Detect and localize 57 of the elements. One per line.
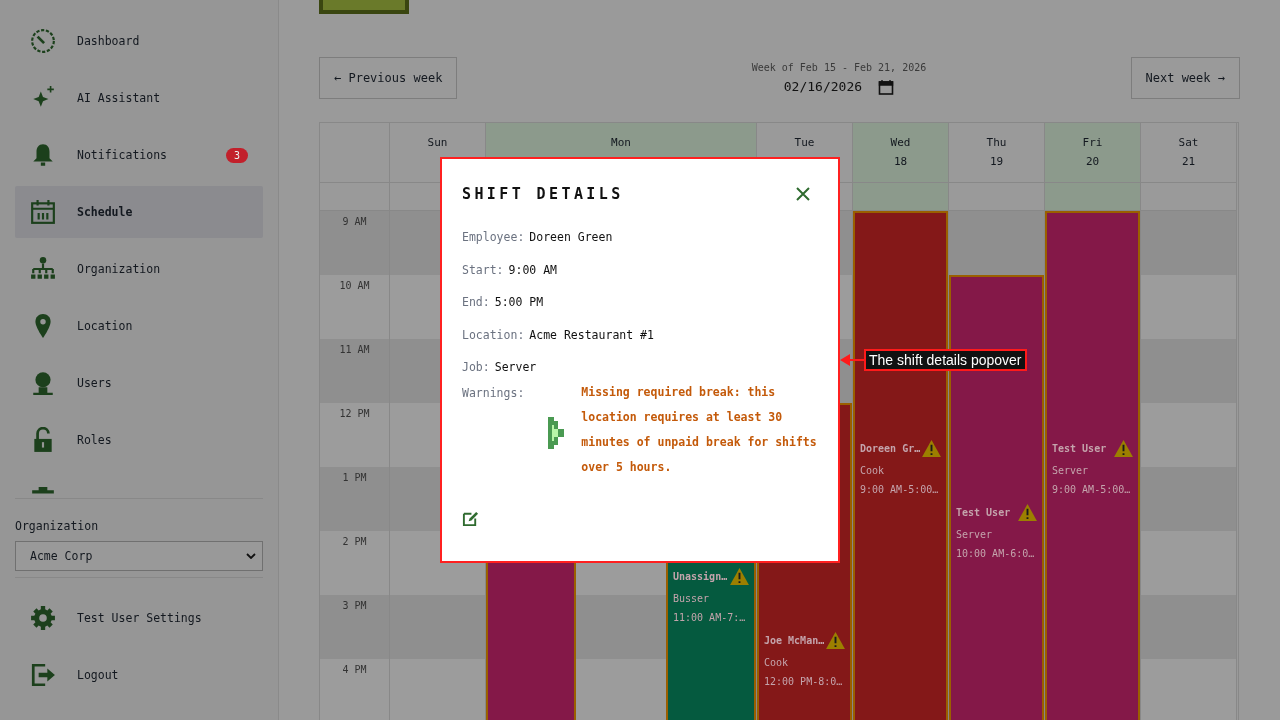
popover-title: SHIFT DETAILS [462,185,624,203]
field-label: Location: [462,327,525,342]
notification-count: 3 [225,147,248,163]
day-name: Sat [1178,136,1199,149]
day-name: Sun [427,136,448,149]
day-name: Fri [1082,136,1103,149]
nav-label: Location [77,319,133,333]
nav-label: Schedule [77,205,133,219]
day-name: Mon [611,136,631,149]
day-number: 21 [1181,155,1196,168]
day-name: Tue [794,136,815,149]
shift-employee: Test User [1052,442,1107,454]
hour-label: 1 PM [320,467,389,531]
field-value: Acme Restaurant #1 [529,327,654,342]
week-caption: Week of Feb 15 - Feb 21, 2026 [751,61,927,73]
warning-text: Missing required break: this location requires at least 30 minutes of unpaid break for shifts over 5 hours. [581,383,818,476]
shift-time: 12:00 PM-8:0… [764,675,844,687]
nav-label: Notifications [77,148,167,162]
field-label: Warnings: [462,385,525,402]
field-label: Job: [462,360,490,375]
nav-label: Logout [77,668,119,682]
day-number: 20 [1085,155,1100,168]
annotation-label: The shift details popover [864,349,1027,371]
field-label: Start: [462,262,504,277]
nav-label: Organization [77,262,161,276]
shift-job: Busser [673,592,711,604]
day-name: Thu [986,136,1007,149]
hour-label: 9 AM [320,211,389,275]
shift-job: Server [1052,464,1090,476]
shift-employee: Joe McMan… [764,634,825,646]
nav-label: Test User Settings [77,611,202,625]
organization-label: Organization [15,519,100,533]
shift-employee: Doreen Gr… [860,442,921,454]
shift-employee: Unassign… [673,570,728,582]
shift-time: 11:00 AM-7:… [673,611,747,623]
hour-label: 11 AM [320,339,389,403]
shift-job: Server [956,528,994,540]
field-value: 5:00 PM [494,295,544,310]
hour-label: 3 PM [320,595,389,659]
nav-label: AI Assistant [77,91,161,105]
day-number: 19 [989,155,1004,168]
field-label: End: [462,295,490,310]
shift-job: Cook [860,464,886,476]
shift-employee: Test User [956,506,1011,518]
nav-label: Roles [77,433,112,447]
field-value: 9:00 AM [508,262,557,277]
shift-job: Cook [764,656,790,668]
shift-time: 9:00 AM-5:00… [1052,483,1132,495]
day-number: 18 [893,155,908,168]
field-value: Doreen Green [529,230,613,245]
field-value: Server [494,360,537,375]
shift-time: 9:00 AM-5:00… [860,483,940,495]
nav-label: Users [77,376,112,390]
nav-label: Dashboard [77,34,140,48]
field-label: Employee: [462,230,525,245]
day-name: Wed [890,136,911,149]
shift-time: 10:00 AM-6:0… [956,547,1036,559]
